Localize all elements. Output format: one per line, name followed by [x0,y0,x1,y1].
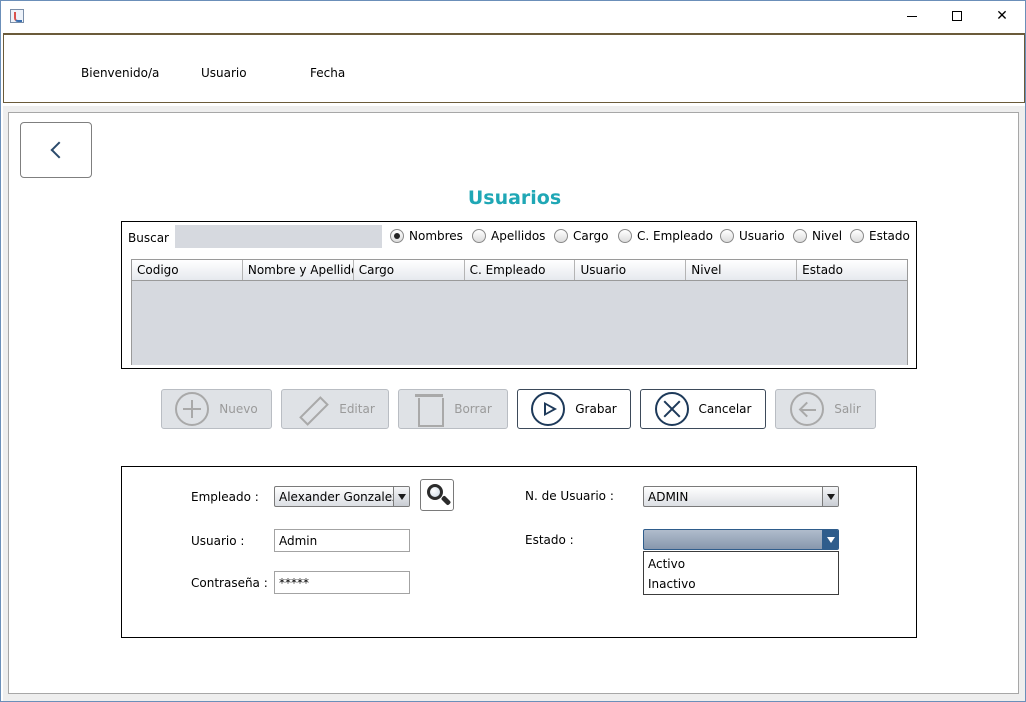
estado-label: Estado : [525,533,574,547]
search-employee-button[interactable] [420,479,454,511]
maximize-button[interactable] [934,1,980,31]
radio-label: Estado [869,229,910,243]
empleado-value: Alexander Gonzalez [279,489,399,504]
grabar-label: Grabar [575,402,617,416]
radio-label: C. Empleado [637,229,713,243]
estado-combobox[interactable] [643,529,839,550]
radio-label: Cargo [573,229,609,243]
radio-apellidos[interactable]: Apellidos [472,229,545,243]
nuevo-button[interactable]: Nuevo [161,389,272,429]
page-title: Usuarios [467,187,562,209]
dropdown-option-inactivo[interactable]: Inactivo [644,572,838,592]
chevron-down-icon[interactable] [822,530,838,549]
column-header-c-empleado[interactable]: C. Empleado [465,260,576,280]
dropdown-option-activo[interactable]: Activo [644,552,838,572]
password-field[interactable]: ***** [274,571,410,594]
minimize-button[interactable] [889,1,935,31]
radio-button-icon[interactable] [554,229,568,243]
radio-estado[interactable]: Estado [850,229,910,243]
radio-button-icon[interactable] [850,229,864,243]
radio-usuario[interactable]: Usuario [720,229,785,243]
radio-label: Nivel [812,229,843,243]
header-user-label: Usuario [201,66,247,80]
title-bar[interactable]: ✕ [1,1,1025,31]
radio-cargo[interactable]: Cargo [554,229,608,243]
estado-dropdown-list: Activo Inactivo [643,551,839,595]
minimize-icon [907,15,917,17]
content-area: Usuarios Buscar Nombres Apellidos Cargo [3,106,1025,701]
pencil-icon [295,392,329,426]
search-label: Buscar [128,231,169,245]
column-header-usuario[interactable]: Usuario [575,260,687,280]
content-panel: Usuarios Buscar Nombres Apellidos Cargo [8,112,1019,694]
empleado-combobox[interactable]: Alexander Gonzalez [274,486,410,507]
cancelar-button[interactable]: Cancelar [640,389,766,429]
search-panel: Buscar Nombres Apellidos Cargo C. Emplea… [121,221,917,369]
app-window: ✕ Bienvenido/a Usuario Fecha Usuarios Bu… [0,0,1026,702]
editar-label: Editar [339,402,375,416]
column-header-codigo[interactable]: Codigo [132,260,243,280]
column-header-nombre[interactable]: Nombre y Apellido [243,260,354,280]
radio-label: Usuario [739,229,785,243]
n-usuario-label: N. de Usuario : [525,489,614,503]
radio-button-icon[interactable] [720,229,734,243]
close-icon: ✕ [996,8,1008,24]
cancelar-label: Cancelar [698,402,752,416]
radio-label: Apellidos [491,229,546,243]
radio-button-icon[interactable] [472,229,486,243]
empleado-label: Empleado : [191,490,259,504]
column-header-cargo[interactable]: Cargo [354,260,465,280]
usuario-field[interactable]: Admin [274,529,410,552]
trash-icon [414,391,445,427]
column-header-nivel[interactable]: Nivel [686,260,798,280]
search-input[interactable] [175,225,382,248]
nuevo-label: Nuevo [219,402,258,416]
header-panel: Bienvenido/a Usuario Fecha [3,33,1025,103]
maximize-icon [952,11,962,21]
radio-nombres[interactable]: Nombres [390,229,463,243]
radio-button-icon[interactable] [618,229,632,243]
chevron-down-icon[interactable] [822,487,838,506]
java-app-icon [10,9,24,23]
users-table[interactable]: Codigo Nombre y Apellido Cargo C. Emplea… [131,259,908,365]
close-button[interactable]: ✕ [979,1,1025,31]
radio-c-empleado[interactable]: C. Empleado [618,229,713,243]
radio-button-icon[interactable] [793,229,807,243]
borrar-label: Borrar [454,402,492,416]
salir-button[interactable]: Salir [775,389,876,429]
table-header: Codigo Nombre y Apellido Cargo C. Emplea… [132,260,907,281]
grabar-button[interactable]: Grabar [517,389,631,429]
chevron-left-icon [50,141,68,159]
n-usuario-value: ADMIN [648,489,689,504]
arrow-left-icon [790,392,825,426]
header-date-label: Fecha [310,66,346,80]
salir-label: Salir [834,402,861,416]
nivel-usuario-combobox[interactable]: ADMIN [643,486,839,507]
editar-button[interactable]: Editar [281,389,389,429]
plus-icon [175,392,210,426]
welcome-label: Bienvenido/a [81,66,160,80]
play-icon [531,392,566,426]
radio-button-icon[interactable] [390,229,404,243]
radio-label: Nombres [409,229,463,243]
radio-nivel[interactable]: Nivel [793,229,842,243]
chevron-down-icon[interactable] [393,487,409,506]
back-button[interactable] [20,122,92,178]
table-body[interactable] [132,281,907,365]
borrar-button[interactable]: Borrar [398,389,508,429]
contrasena-label: Contraseña : [191,576,268,590]
column-header-estado[interactable]: Estado [797,260,907,280]
usuario-label: Usuario : [191,534,245,548]
user-form-panel: Empleado : Alexander Gonzalez Usuario : … [121,466,917,638]
close-circle-icon [654,392,689,426]
